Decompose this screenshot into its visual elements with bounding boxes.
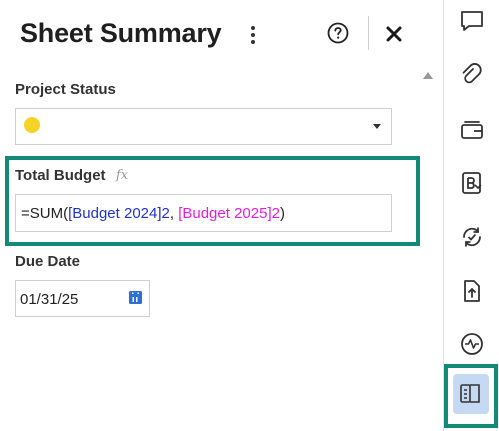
- rail-activity-log-button[interactable]: [444, 323, 499, 363]
- sheet-summary-icon: [460, 384, 480, 403]
- attachments-icon: [462, 63, 482, 84]
- formula-prefix: =SUM(: [21, 205, 69, 222]
- formula-ref-budget-2024: [Budget 2024]2: [68, 205, 170, 222]
- activity-log-icon: [461, 333, 483, 355]
- rail-publish-button[interactable]: [444, 270, 499, 310]
- formula-separator: ,: [169, 205, 179, 222]
- due-date-label: Due Date: [15, 253, 81, 270]
- kebab-menu-icon[interactable]: [246, 24, 260, 46]
- publish-icon: [464, 280, 480, 302]
- brandfolder-icon: [462, 172, 482, 194]
- divider: [368, 16, 369, 50]
- due-date-field[interactable]: 01/31/25: [15, 280, 150, 317]
- panel-title: Sheet Summary: [20, 18, 222, 48]
- formula-text: =SUM([Budget 2024]2, [Budget 2025]2): [21, 205, 285, 222]
- chevron-down-icon: [373, 124, 381, 129]
- rail-update-requests-button[interactable]: [444, 216, 499, 256]
- total-budget-label: Total Budget: [15, 167, 106, 184]
- proofs-icon: [461, 121, 483, 139]
- sheet-summary-panel: Sheet Summary Project Status Total Budge…: [0, 0, 443, 431]
- formula-ref-budget-2025: [Budget 2025]2: [178, 205, 280, 222]
- project-status-label: Project Status: [15, 81, 116, 98]
- update-requests-icon: [463, 227, 481, 247]
- rail-sheet-summary-button[interactable]: [453, 374, 489, 414]
- help-circle-icon[interactable]: [327, 22, 349, 44]
- comments-icon: [461, 11, 483, 31]
- rail-proofs-button[interactable]: [444, 108, 499, 148]
- project-status-select[interactable]: [15, 108, 392, 145]
- rail-comments-button[interactable]: [444, 0, 499, 40]
- rail-brandfolder-button[interactable]: [444, 162, 499, 202]
- rail-attachments-button[interactable]: [444, 54, 499, 94]
- calendar-icon[interactable]: [129, 291, 142, 304]
- scroll-up-arrow-icon[interactable]: [423, 72, 433, 79]
- due-date-value: 01/31/25: [20, 291, 79, 308]
- total-budget-formula-field[interactable]: =SUM([Budget 2024]2, [Budget 2025]2): [15, 194, 392, 232]
- close-icon[interactable]: [384, 24, 404, 44]
- formula-suffix: ): [279, 205, 285, 222]
- yellow-status-dot-icon: [24, 117, 40, 133]
- fx-icon: fx: [116, 168, 129, 183]
